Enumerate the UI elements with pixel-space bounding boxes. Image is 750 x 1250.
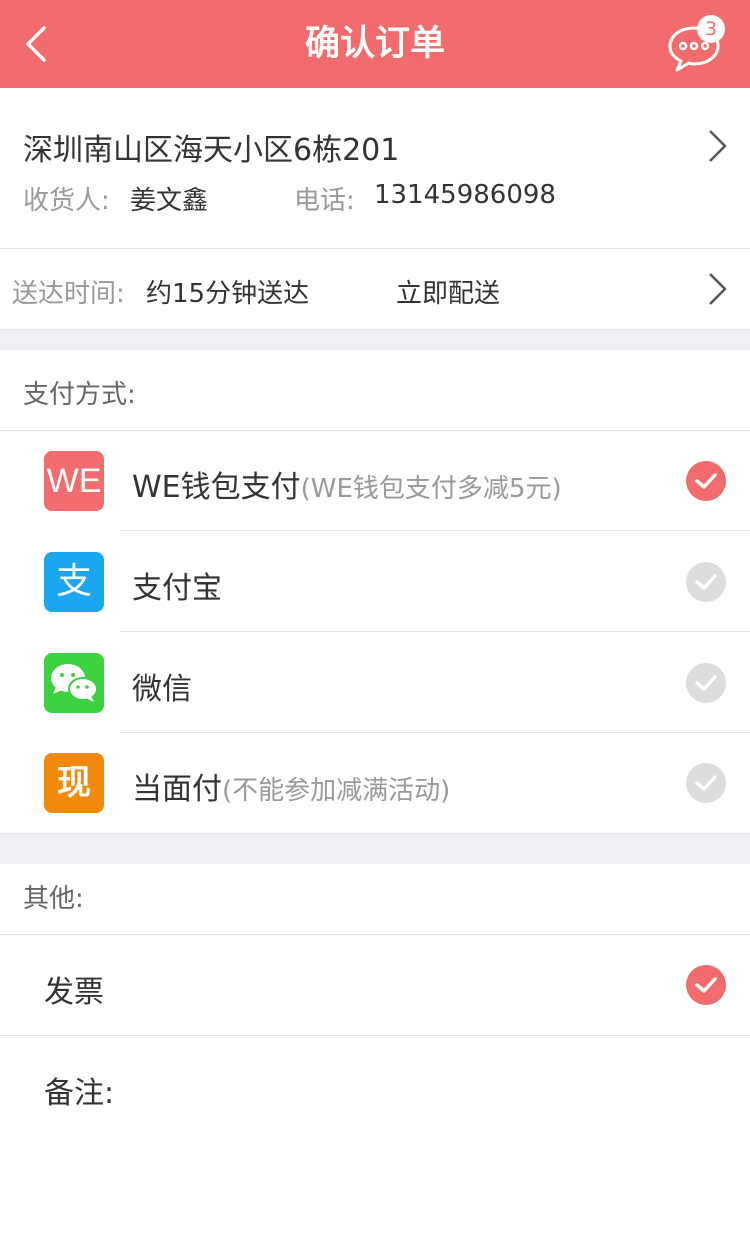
wechat-icon [44,653,104,713]
message-count-badge: 3 [697,15,725,43]
payment-name: 微信 [132,672,192,707]
cash-icon: 现 [44,753,104,813]
payment-name: WE钱包支付 [132,470,301,505]
row-divider [120,631,750,632]
section-divider [0,330,750,350]
delivery-time-row[interactable]: 送达时间: 约15分钟送达 立即配送 [0,249,750,330]
other-section-header: 其他: [0,864,750,935]
unchecked-radio-icon[interactable] [686,763,726,803]
unchecked-radio-icon[interactable] [686,562,726,602]
payment-option-label: 当面付(不能参加减满活动) [132,764,450,808]
payment-option-label: 微信 [132,664,192,708]
delivery-time-label: 送达时间: [12,279,125,309]
alipay-icon: 支 [44,552,104,612]
payment-note: (WE钱包支付多减5元) [300,474,562,504]
row-divider [120,530,750,531]
payment-name: 支付宝 [132,571,222,606]
payment-option-label: WE钱包支付(WE钱包支付多减5元) [132,462,562,506]
page-title: 确认订单 [304,24,445,64]
payment-option-label: 支付宝 [132,563,222,607]
delivery-estimate: 约15分钟送达 [146,279,310,309]
delivery-mode: 立即配送 [396,279,501,309]
payment-option-alipay[interactable]: 支 支付宝 [0,532,750,632]
chevron-right-icon [709,273,727,305]
phone-number: 13145986098 [374,180,556,210]
payment-section-header: 支付方式: [0,350,750,431]
checked-radio-icon[interactable] [686,461,726,501]
section-divider [0,833,750,865]
payment-option-wechat[interactable]: 微信 [0,633,750,733]
invoice-label: 发票 [44,975,104,1010]
invoice-row[interactable]: 发票 [0,935,750,1036]
receiver-name: 姜文鑫 [130,186,209,216]
address-line: 深圳南山区海天小区6栋201 [23,133,400,168]
payment-section-title: 支付方式: [23,380,136,410]
remark-row[interactable]: 备注: [0,1036,750,1250]
delivery-address-card[interactable]: 深圳南山区海天小区6栋201 收货人: 姜文鑫 电话: 13145986098 [0,88,750,249]
chevron-right-icon [709,130,727,162]
payment-note: (不能参加减满活动) [222,776,451,806]
we-wallet-icon: WE [44,451,104,511]
phone-label: 电话: [294,186,355,216]
other-section-title: 其他: [23,884,84,914]
payment-name: 当面付 [132,772,222,807]
top-nav-bar: 确认订单 3 [0,0,750,88]
payment-option-we-wallet[interactable]: WE WE钱包支付(WE钱包支付多减5元) [0,431,750,531]
unchecked-radio-icon[interactable] [686,663,726,703]
remark-label: 备注: [44,1076,115,1111]
checked-radio-icon[interactable] [686,965,726,1005]
payment-option-cash[interactable]: 现 当面付(不能参加减满活动) [0,733,750,833]
receiver-label: 收货人: [23,186,110,216]
